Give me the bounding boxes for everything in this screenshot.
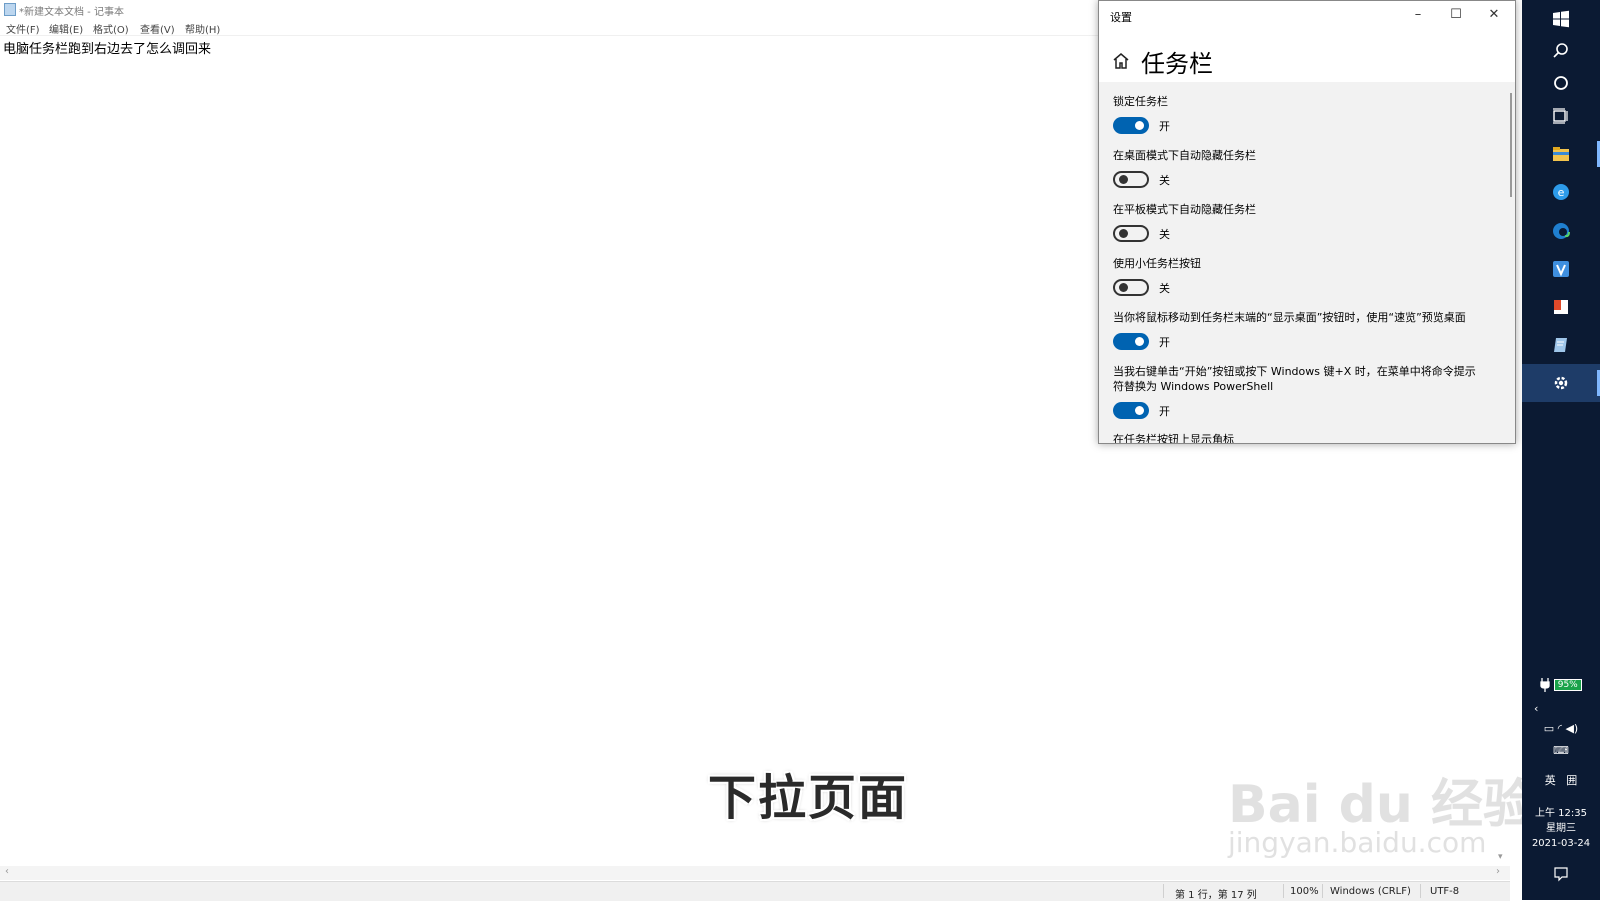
- toggle-state-autohide-desktop: 关: [1159, 174, 1170, 187]
- notepad-text-area[interactable]: 电脑任务栏跑到右边去了怎么调回来: [3, 38, 211, 57]
- edge-browser-button[interactable]: [1522, 212, 1600, 250]
- notepad-icon: [1554, 338, 1567, 352]
- status-zoom: 100%: [1290, 886, 1319, 897]
- document-app-icon: [1554, 300, 1568, 314]
- cortana-circle-icon: [1554, 76, 1568, 90]
- toggle-state-small-buttons: 关: [1159, 282, 1170, 295]
- system-tray-icons: ▭ ◜ ◀): [1522, 722, 1600, 735]
- toggle-state-peek: 开: [1159, 336, 1170, 349]
- notepad-window-title: *新建文本文档 - 记事本: [19, 7, 124, 18]
- wifi-icon[interactable]: ◜: [1558, 722, 1562, 735]
- option-label-lock-taskbar: 锁定任务栏: [1113, 95, 1168, 108]
- option-label-powershell: 当我右键单击“开始”按钮或按下 Windows 键+X 时，在菜单中将命令提示符…: [1113, 365, 1476, 393]
- settings-header: 任务栏: [1099, 29, 1515, 82]
- taskbar: e 95% ‹ ▭ ◜ ◀) ⌨ 英 囲 上午 12:35 星期三 2021-0…: [1522, 0, 1600, 900]
- task-view-icon: [1553, 108, 1568, 124]
- notepad-task-button[interactable]: [1522, 326, 1600, 364]
- folder-icon: [1553, 147, 1569, 161]
- file-explorer-button[interactable]: [1522, 135, 1600, 173]
- toggle-state-lock-taskbar: 开: [1159, 120, 1170, 133]
- notepad-statusbar: 第 1 行，第 17 列 100% Windows (CRLF) UTF-8: [0, 881, 1510, 901]
- edge-icon: [1553, 223, 1570, 239]
- browser-e-icon: e: [1553, 184, 1569, 200]
- notification-icon: [1554, 867, 1568, 882]
- clock-date: 2021-03-24: [1531, 838, 1591, 849]
- app-v-icon: [1553, 261, 1569, 277]
- settings-task-button[interactable]: [1522, 364, 1600, 402]
- horizontal-scrollbar[interactable]: ‹ ›: [0, 866, 1510, 880]
- notepad-app-icon: [4, 3, 16, 16]
- option-label-small-buttons: 使用小任务栏按钮: [1113, 257, 1201, 270]
- toggle-peek[interactable]: [1113, 333, 1149, 350]
- scroll-right-icon[interactable]: ›: [1496, 866, 1500, 877]
- home-icon[interactable]: [1111, 51, 1131, 71]
- windows-logo-icon: [1553, 10, 1569, 28]
- volume-icon[interactable]: ◀): [1565, 722, 1578, 735]
- battery-small-icon[interactable]: ▭: [1544, 722, 1554, 735]
- settings-window: 设置 – ☐ ✕ 任务栏 锁定任务栏 开 在桌面模式下自动隐藏任务栏 关 在平板…: [1098, 0, 1516, 444]
- app-v-button[interactable]: [1522, 250, 1600, 288]
- ime-mode[interactable]: 囲: [1566, 774, 1577, 787]
- toggle-lock-taskbar[interactable]: [1113, 117, 1149, 134]
- battery-indicator[interactable]: 95%: [1522, 678, 1600, 692]
- settings-content: 锁定任务栏 开 在桌面模式下自动隐藏任务栏 关 在平板模式下自动隐藏任务栏 关 …: [1099, 82, 1515, 444]
- settings-titlebar: 设置 – ☐ ✕: [1099, 1, 1515, 29]
- status-line-ending: Windows (CRLF): [1330, 886, 1411, 897]
- option-label-badges: 在任务栏按钮上显示角标: [1113, 433, 1234, 444]
- watermark-url: jingyan.baidu.com: [1228, 826, 1487, 859]
- clock-time: 上午 12:35: [1535, 808, 1587, 819]
- toggle-state-autohide-tablet: 关: [1159, 228, 1170, 241]
- settings-scrollbar[interactable]: [1510, 93, 1512, 197]
- status-encoding: UTF-8: [1430, 886, 1460, 897]
- ime-language[interactable]: 英: [1545, 774, 1556, 787]
- menu-file[interactable]: 文件(F): [6, 21, 40, 36]
- browser-e-button[interactable]: e: [1522, 173, 1600, 211]
- option-label-autohide-desktop: 在桌面模式下自动隐藏任务栏: [1113, 149, 1256, 162]
- close-button[interactable]: ✕: [1475, 1, 1513, 29]
- show-hidden-icons[interactable]: ‹: [1522, 702, 1600, 715]
- touch-keyboard-icon[interactable]: ⌨: [1522, 744, 1600, 757]
- scroll-down-arrow-icon[interactable]: ▾: [1498, 852, 1503, 862]
- task-view-button[interactable]: [1522, 97, 1600, 135]
- scroll-left-icon[interactable]: ‹: [5, 866, 9, 877]
- ime-indicators: 英 囲: [1522, 772, 1600, 788]
- toggle-autohide-desktop[interactable]: [1113, 171, 1149, 188]
- battery-percent: 95%: [1553, 679, 1582, 691]
- chevron-left-icon[interactable]: ‹: [1534, 702, 1538, 715]
- maximize-button[interactable]: ☐: [1437, 1, 1475, 29]
- clock[interactable]: 上午 12:35 星期三 2021-03-24: [1522, 806, 1600, 851]
- menu-format[interactable]: 格式(O): [93, 21, 129, 36]
- clock-weekday: 星期三: [1546, 823, 1576, 834]
- video-subtitle: 下拉页面: [708, 770, 909, 826]
- option-label-peek: 当你将鼠标移动到任务栏末端的“显示桌面”按钮时，使用“速览”预览桌面: [1113, 311, 1466, 324]
- office-app-button[interactable]: [1522, 288, 1600, 326]
- svg-text:e: e: [1558, 186, 1565, 199]
- toggle-powershell[interactable]: [1113, 402, 1149, 419]
- menu-help[interactable]: 帮助(H): [185, 21, 220, 36]
- gear-icon: [1554, 376, 1568, 390]
- menu-view[interactable]: 查看(V): [140, 21, 175, 36]
- action-center-button[interactable]: [1522, 866, 1600, 885]
- minimize-button[interactable]: –: [1399, 1, 1437, 29]
- status-cursor-position: 第 1 行，第 17 列: [1175, 890, 1257, 901]
- settings-window-title: 设置: [1110, 11, 1132, 24]
- page-title: 任务栏: [1141, 50, 1213, 78]
- toggle-small-buttons[interactable]: [1113, 279, 1149, 296]
- power-plug-icon: [1540, 678, 1550, 692]
- toggle-state-powershell: 开: [1159, 405, 1170, 418]
- toggle-autohide-tablet[interactable]: [1113, 225, 1149, 242]
- search-icon: [1553, 43, 1568, 58]
- option-label-autohide-tablet: 在平板模式下自动隐藏任务栏: [1113, 203, 1256, 216]
- menu-edit[interactable]: 编辑(E): [49, 21, 83, 36]
